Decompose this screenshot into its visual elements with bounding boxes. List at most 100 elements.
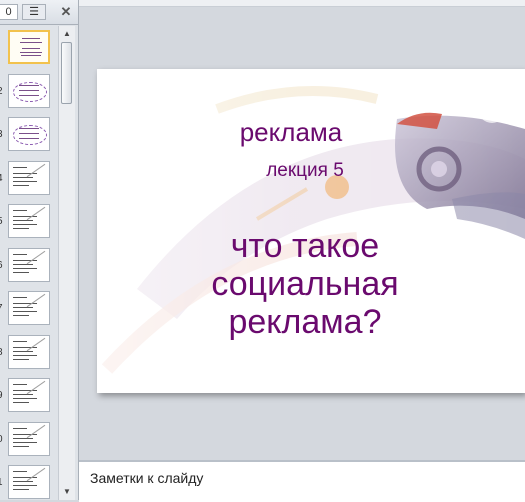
thumb-text-line (13, 481, 33, 482)
thumb-text-line (13, 166, 27, 168)
thumb-text-line (13, 228, 29, 229)
thumb-text-line (19, 84, 39, 86)
thumb-text-line (13, 271, 29, 273)
slide[interactable]: реклама лекция 5 что такое социальная ре… (97, 69, 525, 393)
thumb-text-line (13, 390, 37, 391)
thumb-text-line (13, 485, 37, 486)
slide-thumbnail[interactable]: 6 (0, 247, 58, 286)
thumb-text-line (13, 445, 29, 447)
slide-thumbnail-image[interactable] (8, 291, 50, 325)
slide-number: 9 (0, 390, 3, 401)
slide-title[interactable]: реклама (97, 117, 505, 148)
slide-thumbnail-image[interactable] (8, 465, 50, 499)
pane-tabs: 0 ☰ ✕ (0, 0, 78, 25)
thumb-decoration (26, 467, 46, 482)
thumb-text-line (13, 427, 27, 429)
thumb-text-line (20, 52, 42, 53)
thumb-text-line (13, 437, 33, 439)
tab-slides[interactable]: 0 (0, 4, 18, 20)
thumb-text-line (20, 42, 42, 43)
thumb-text-line (13, 340, 27, 342)
thumb-text-line (13, 184, 29, 186)
scroll-thumb[interactable] (61, 42, 72, 104)
slide-thumbnail[interactable]: 5 (0, 204, 58, 242)
thumb-text-line (13, 180, 37, 182)
slide-thumbnail[interactable]: 9 (0, 378, 58, 416)
slide-number: 1 (0, 477, 3, 488)
slide-thumbnail-image[interactable] (8, 204, 50, 238)
thumb-text-line (13, 477, 37, 478)
thumb-text-line (13, 303, 37, 304)
thumb-text-line (22, 38, 40, 39)
slide-number: 0 (0, 434, 3, 445)
slide-thumbnail-image[interactable] (8, 73, 50, 108)
slide-thumbnail-image[interactable] (8, 378, 50, 412)
slide-thumbnail-image[interactable] (8, 334, 50, 369)
thumb-text-line (13, 253, 27, 255)
thumb-text-line (13, 216, 37, 217)
thumb-decoration (26, 163, 46, 177)
top-ruler-strip (79, 0, 525, 7)
slide-thumbnail[interactable]: 1 (0, 465, 58, 500)
thumb-text-line (21, 55, 41, 56)
slide-thumbnail-image[interactable] (8, 160, 50, 195)
thumb-text-line (13, 489, 29, 490)
slide-body-line: реклама? (228, 303, 382, 341)
thumb-text-line (22, 48, 40, 49)
slide-number: 4 (0, 173, 3, 184)
thumb-text-line (13, 354, 37, 356)
thumb-text-line (19, 89, 39, 91)
thumb-text-line (19, 94, 39, 96)
notes-pane[interactable]: Заметки к слайду (79, 460, 525, 502)
thumbnail-scrollbar[interactable]: ▲ ▼ (58, 26, 75, 500)
slide-body-line: что такое (230, 227, 380, 265)
thumb-decoration (26, 250, 46, 264)
thumb-text-line (13, 398, 37, 399)
thumb-text-line (13, 471, 27, 472)
slide-thumbnail-image[interactable] (8, 30, 50, 64)
thumb-text-line (13, 315, 29, 316)
thumb-text-line (19, 128, 39, 129)
slide-canvas: реклама лекция 5 что такое социальная ре… (79, 7, 525, 457)
slide-thumbnail-image[interactable] (8, 117, 50, 151)
slide-thumbnail[interactable]: 8 (0, 334, 58, 373)
thumb-text-line (13, 263, 33, 265)
thumb-decoration (26, 380, 46, 395)
slide-thumbnail[interactable]: 2 (0, 73, 58, 112)
slide-thumbnail[interactable]: 3 (0, 117, 58, 155)
thumb-text-line (13, 210, 27, 211)
slide-thumbnail-image[interactable] (8, 247, 50, 282)
slide-number: 7 (0, 303, 3, 314)
scroll-down-arrow-icon[interactable]: ▼ (61, 486, 73, 498)
thumb-text-line (13, 224, 37, 225)
scroll-up-arrow-icon[interactable]: ▲ (61, 28, 73, 40)
slide-thumbnail-image[interactable] (8, 421, 50, 456)
thumb-decoration (26, 293, 46, 308)
slide-number: 8 (0, 347, 3, 358)
slides-pane: 0 ☰ ✕ 2 3 4 5 6 7 8 9 0 1 ▲ ▼ (0, 0, 79, 500)
thumb-text-line (13, 358, 29, 360)
slide-body-text[interactable]: что такое социальная реклама? (97, 227, 519, 341)
slide-thumbnail[interactable]: 7 (0, 291, 58, 329)
slide-thumbnail[interactable]: 0 (0, 421, 58, 460)
notes-placeholder[interactable]: Заметки к слайду (90, 470, 203, 486)
slide-thumbnail[interactable]: 4 (0, 160, 58, 199)
thumb-text-line (13, 311, 37, 312)
thumb-text-line (13, 350, 33, 352)
slide-number: 6 (0, 260, 3, 271)
slide-number: 3 (0, 129, 3, 140)
thumb-text-line (13, 394, 33, 395)
slide-thumbnail-list: 2 3 4 5 6 7 8 9 0 1 (0, 26, 58, 500)
thumb-text-line (19, 138, 39, 139)
slide-body-line: социальная (211, 265, 399, 303)
thumb-text-line (13, 384, 27, 385)
thumb-decoration (26, 337, 46, 351)
thumb-text-line (13, 220, 33, 221)
tab-outline[interactable]: ☰ (22, 4, 46, 20)
thumb-text-line (13, 402, 29, 403)
close-pane-button[interactable]: ✕ (58, 4, 74, 20)
thumb-text-line (13, 307, 33, 308)
slide-number: 2 (0, 86, 3, 97)
slide-subtitle[interactable]: лекция 5 (97, 160, 519, 182)
slide-thumbnail[interactable] (0, 30, 58, 68)
